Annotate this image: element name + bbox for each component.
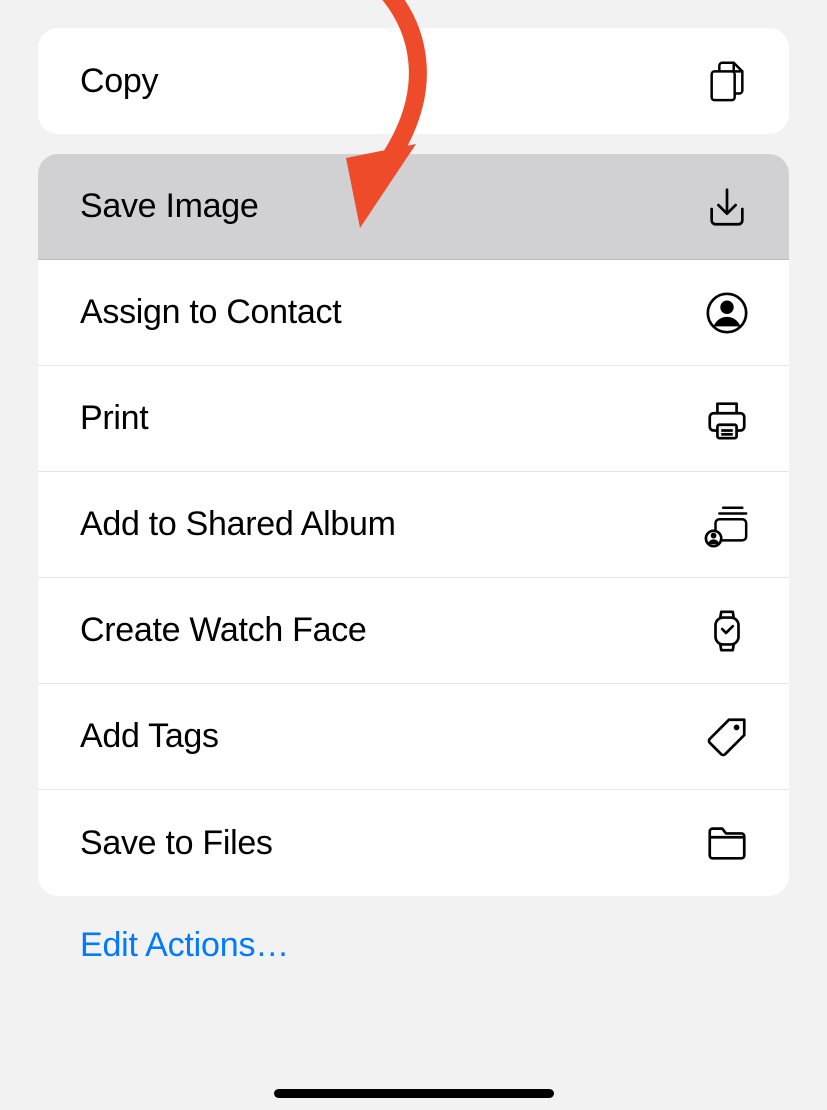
- action-row-copy[interactable]: Copy: [38, 28, 789, 134]
- contact-icon: [701, 287, 753, 339]
- watch-icon: [701, 605, 753, 657]
- action-label: Copy: [80, 62, 158, 101]
- action-row-print[interactable]: Print: [38, 366, 789, 472]
- copy-icon: [701, 55, 753, 107]
- action-row-create-watch-face[interactable]: Create Watch Face: [38, 578, 789, 684]
- action-group-1: Copy: [38, 28, 789, 134]
- action-row-add-to-shared-album[interactable]: Add to Shared Album: [38, 472, 789, 578]
- action-label: Create Watch Face: [80, 611, 367, 650]
- action-row-add-tags[interactable]: Add Tags: [38, 684, 789, 790]
- folder-icon: [701, 817, 753, 869]
- print-icon: [701, 393, 753, 445]
- action-label: Save Image: [80, 187, 258, 226]
- action-group-2: Save Image Assign to Contact Print: [38, 154, 789, 896]
- action-label: Save to Files: [80, 824, 273, 863]
- tag-icon: [701, 711, 753, 763]
- edit-actions-link[interactable]: Edit Actions…: [80, 926, 827, 965]
- action-label: Print: [80, 399, 148, 438]
- home-indicator[interactable]: [274, 1089, 554, 1098]
- shared-album-icon: [701, 499, 753, 551]
- action-row-save-to-files[interactable]: Save to Files: [38, 790, 789, 896]
- download-icon: [701, 181, 753, 233]
- action-label: Add Tags: [80, 717, 219, 756]
- action-label: Add to Shared Album: [80, 505, 396, 544]
- action-row-assign-to-contact[interactable]: Assign to Contact: [38, 260, 789, 366]
- action-label: Assign to Contact: [80, 293, 341, 332]
- action-row-save-image[interactable]: Save Image: [38, 154, 789, 260]
